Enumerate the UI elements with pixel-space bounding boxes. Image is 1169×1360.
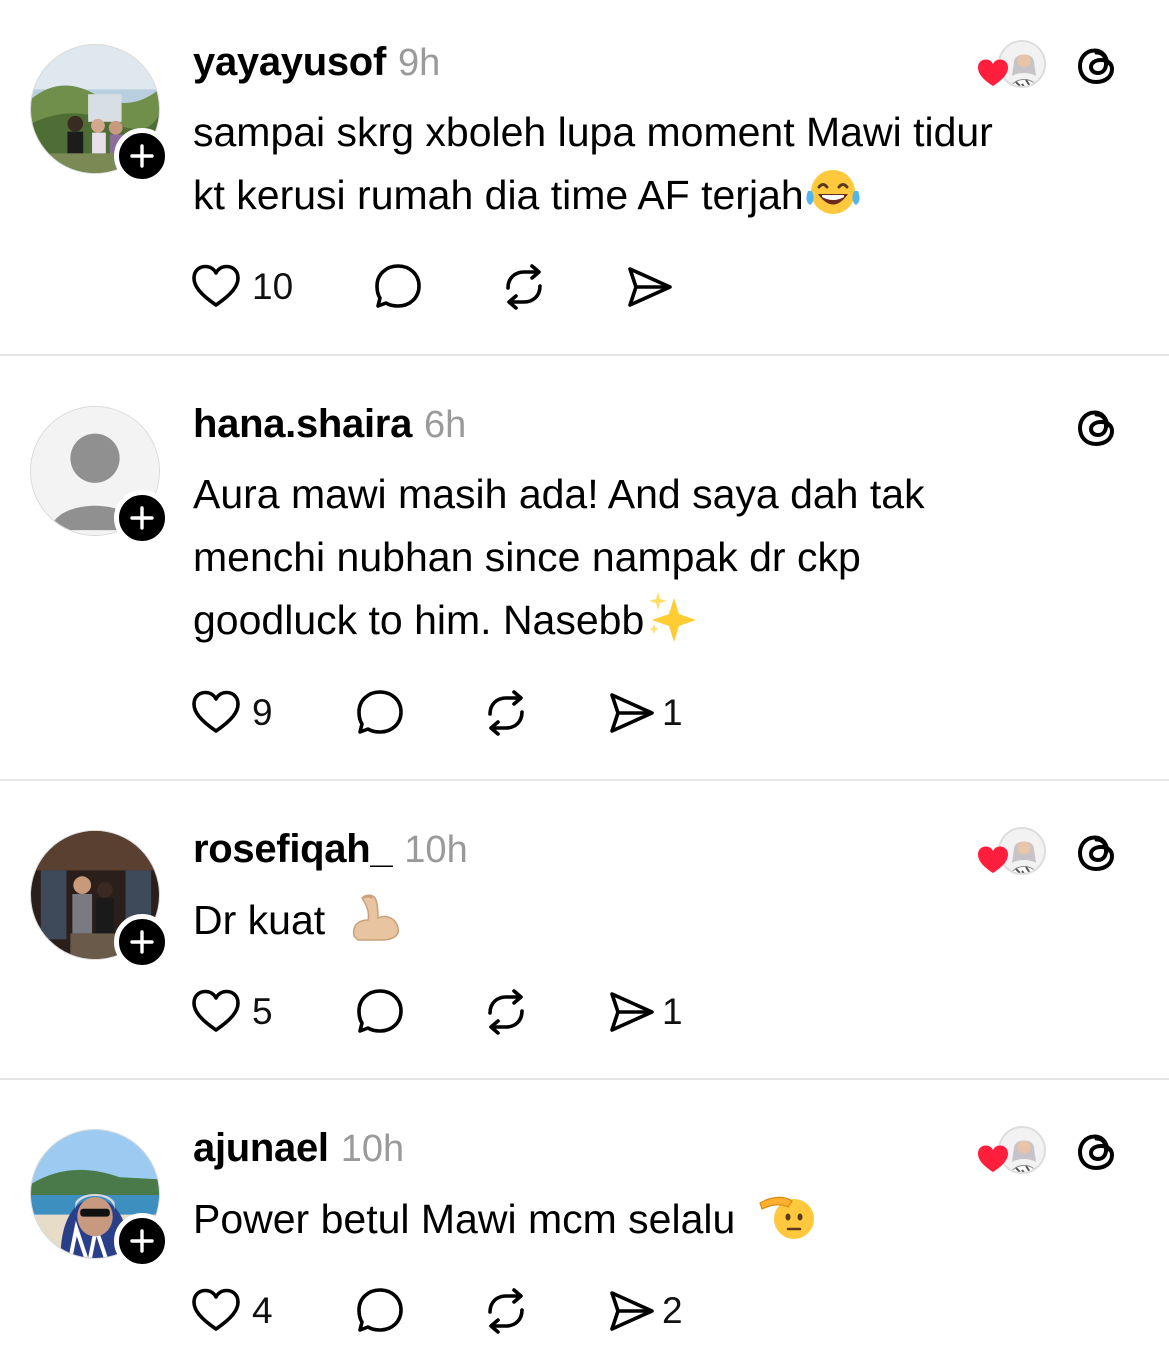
heart-icon	[190, 986, 242, 1038]
follow-plus-icon	[129, 505, 155, 531]
post-header: hana.shaira 6h	[193, 402, 466, 447]
like-count: 5	[252, 991, 273, 1032]
divider	[0, 1078, 1169, 1080]
like-button[interactable]: 4	[190, 1283, 273, 1339]
divider	[0, 354, 1169, 356]
comment-icon	[354, 1285, 406, 1337]
follow-plus-icon	[129, 1228, 155, 1254]
post-text-line: goodluck to him. Nasebb	[193, 597, 645, 643]
heart-filled-icon	[976, 1142, 1010, 1176]
share-button[interactable]	[624, 259, 676, 315]
comment-icon	[354, 986, 406, 1038]
flexed-biceps-icon	[352, 894, 399, 941]
like-count: 9	[252, 692, 273, 733]
post-text-line: sampai skrg xboleh lupa moment Mawi tidu…	[193, 109, 993, 155]
post-text-line: kt kerusi rumah dia time AF terjah	[193, 172, 804, 218]
like-count: 4	[252, 1290, 273, 1331]
follow-plus-icon	[129, 929, 155, 955]
comment-button[interactable]	[354, 1283, 406, 1339]
username[interactable]: rosefiqah_	[193, 827, 393, 872]
avatar[interactable]	[30, 44, 170, 184]
username[interactable]: hana.shaira	[193, 402, 412, 447]
post-text-line: Power betul Mawi mcm selalu	[193, 1196, 736, 1242]
share-button[interactable]: 1	[606, 984, 683, 1040]
face-with-tears-of-joy-icon	[806, 170, 860, 214]
heart-filled-icon	[976, 56, 1010, 90]
share-button[interactable]: 2	[606, 1283, 683, 1339]
share-count: 1	[662, 991, 683, 1032]
post-time: 6h	[424, 404, 467, 446]
repost-button[interactable]	[498, 259, 550, 315]
follow-button[interactable]	[114, 1213, 170, 1269]
follow-button[interactable]	[114, 914, 170, 970]
follow-button[interactable]	[114, 490, 170, 546]
repost-button[interactable]	[480, 1283, 532, 1339]
post-text: sampai skrg xboleh lupa moment Mawi tidu…	[193, 101, 1133, 227]
post-text-line: Dr kuat	[193, 897, 326, 943]
share-icon	[606, 986, 658, 1038]
post-header: rosefiqah_ 10h	[193, 827, 468, 872]
follow-plus-icon	[129, 143, 155, 169]
comment-button[interactable]	[372, 259, 424, 315]
comment-icon	[354, 687, 406, 739]
threads-logo-icon[interactable]	[1072, 827, 1122, 877]
post-header: yayayusof 9h	[193, 40, 440, 85]
post-text: Power betul Mawi mcm selalu	[193, 1188, 1133, 1251]
post-text: Dr kuat	[193, 889, 1133, 952]
share-count: 1	[662, 692, 683, 733]
avatar[interactable]	[30, 406, 170, 546]
like-count: 10	[252, 266, 294, 307]
liked-by-author-indicator	[976, 827, 1048, 879]
liked-by-author-indicator	[976, 1126, 1048, 1178]
repost-icon	[480, 986, 532, 1038]
comment-button[interactable]	[354, 685, 406, 741]
post-time: 10h	[404, 829, 468, 871]
share-count: 2	[662, 1290, 683, 1331]
username[interactable]: yayayusof	[193, 40, 386, 85]
post-time: 10h	[340, 1128, 405, 1170]
repost-icon	[480, 687, 532, 739]
share-icon	[624, 261, 676, 313]
heart-filled-icon	[976, 843, 1010, 877]
like-button[interactable]: 9	[190, 685, 273, 741]
saluting-face-icon	[759, 1196, 815, 1239]
repost-icon	[480, 1285, 532, 1337]
threads-logo-icon[interactable]	[1072, 40, 1122, 90]
post-text-line: menchi nubhan since nampak dr ckp	[193, 534, 861, 580]
heart-icon	[190, 687, 242, 739]
repost-button[interactable]	[480, 984, 532, 1040]
post-time: 9h	[397, 42, 441, 84]
post-text-line: Aura mawi masih ada! And saya dah tak	[193, 471, 925, 517]
like-button[interactable]: 5	[190, 984, 273, 1040]
repost-button[interactable]	[480, 685, 532, 741]
share-button[interactable]: 1	[606, 685, 683, 741]
post-header: ajunael 10h	[193, 1126, 404, 1171]
sparkles-icon	[649, 592, 697, 642]
comment-button[interactable]	[354, 984, 406, 1040]
heart-icon	[190, 1285, 242, 1337]
comment-icon	[372, 261, 424, 313]
like-button[interactable]: 10	[190, 259, 293, 315]
threads-logo-icon[interactable]	[1072, 1126, 1122, 1176]
share-icon	[606, 687, 658, 739]
share-icon	[606, 1285, 658, 1337]
repost-icon	[498, 261, 550, 313]
avatar[interactable]	[30, 1129, 170, 1269]
heart-icon	[190, 261, 242, 313]
divider	[0, 779, 1169, 781]
username[interactable]: ajunael	[193, 1126, 329, 1171]
avatar[interactable]	[30, 830, 170, 970]
threads-logo-icon[interactable]	[1072, 402, 1122, 452]
follow-button[interactable]	[114, 128, 170, 184]
post-text: Aura mawi masih ada! And saya dah tak me…	[193, 463, 1133, 652]
liked-by-author-indicator	[976, 40, 1048, 92]
